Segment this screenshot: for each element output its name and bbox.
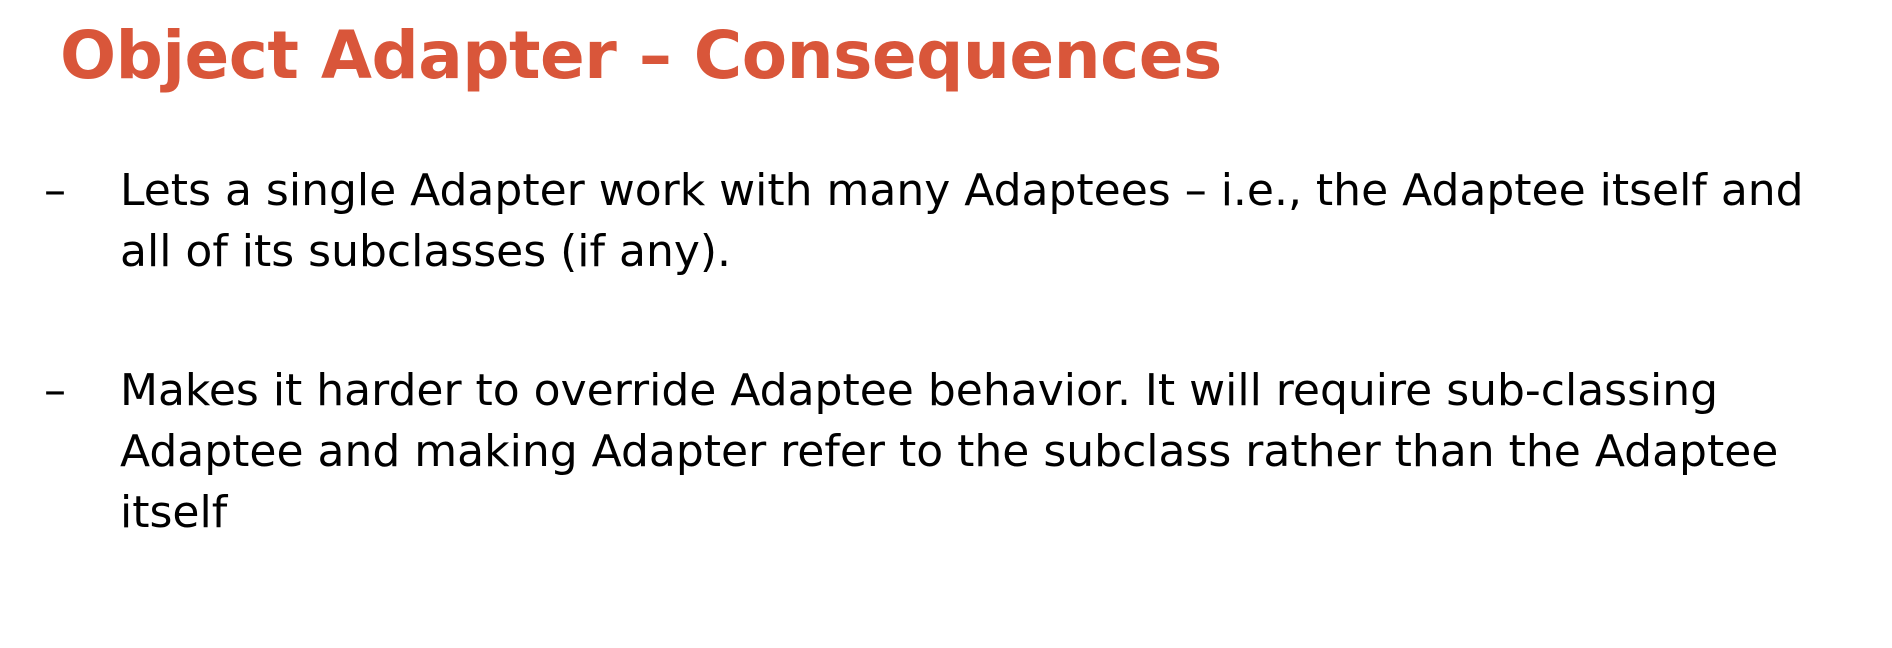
bullet-item: – Lets a single Adapter work with many A… [0,160,1850,282]
bullet-text: Makes it harder to override Adaptee beha… [120,365,1779,538]
bullet-dash-icon: – [44,165,66,216]
bullet-list: – Lets a single Adapter work with many A… [0,160,1892,543]
bullet-item: – Makes it harder to override Adaptee be… [0,360,1850,543]
slide-title: Object Adapter – Consequences [60,17,1222,94]
bullet-dash-icon: – [44,365,66,416]
bullet-text: Lets a single Adapter work with many Ada… [120,165,1804,277]
slide: Object Adapter – Consequences – Lets a s… [0,0,1892,648]
